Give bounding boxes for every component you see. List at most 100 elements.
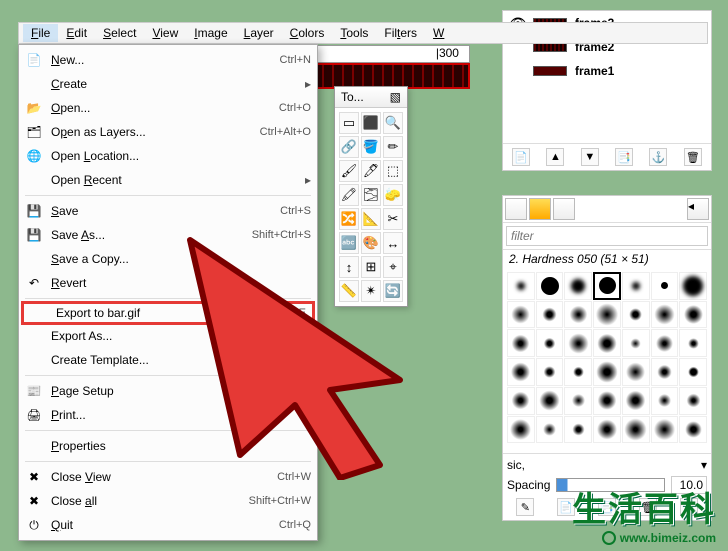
tool-13[interactable]: 📐 bbox=[361, 208, 381, 230]
brush-preset-14[interactable] bbox=[507, 329, 535, 357]
tool-8[interactable]: ⬚ bbox=[383, 160, 403, 182]
menu-save-copy[interactable]: Save a Copy... bbox=[19, 247, 317, 271]
brush-preset-7[interactable] bbox=[507, 301, 535, 329]
menubar-select[interactable]: Select bbox=[95, 24, 144, 42]
layers-btn-2[interactable]: ▼ bbox=[581, 148, 599, 166]
menubar-edit[interactable]: Edit bbox=[58, 24, 95, 42]
tool-3[interactable]: 🔗 bbox=[339, 136, 359, 158]
menu-save-as[interactable]: 💾Save As...Shift+Ctrl+S bbox=[19, 223, 317, 247]
layers-btn-5[interactable]: 🗑 bbox=[684, 148, 702, 166]
layers-btn-4[interactable]: ⚓ bbox=[649, 148, 667, 166]
brush-option-dropdown-icon[interactable]: ▾ bbox=[701, 458, 707, 472]
brush-preset-13[interactable] bbox=[679, 301, 707, 329]
menubar-filters[interactable]: Filters bbox=[376, 24, 425, 42]
tool-12[interactable]: 🔀 bbox=[339, 208, 359, 230]
brush-tab-1[interactable] bbox=[505, 198, 527, 220]
tool-18[interactable]: ↕ bbox=[339, 256, 359, 278]
tool-21[interactable]: 📏 bbox=[339, 280, 359, 302]
tool-10[interactable]: 🌫 bbox=[361, 184, 381, 206]
menu-new[interactable]: 📄New...Ctrl+N bbox=[19, 48, 317, 72]
brush-preset-37[interactable] bbox=[564, 416, 592, 444]
brush-preset-27[interactable] bbox=[679, 358, 707, 386]
tool-22[interactable]: ✴ bbox=[361, 280, 381, 302]
brush-preset-5[interactable] bbox=[651, 272, 679, 300]
brush-preset-28[interactable] bbox=[507, 387, 535, 415]
brush-preset-19[interactable] bbox=[651, 329, 679, 357]
toolbox-window[interactable]: To... ▧ ▭⬛🔍🔗🪣✏🖌🖊⬚🖍🌫🧽🔀📐✂🔤🎨↔↕⊞⌖📏✴🔄 bbox=[334, 86, 408, 307]
brush-preset-21[interactable] bbox=[507, 358, 535, 386]
brush-preset-40[interactable] bbox=[651, 416, 679, 444]
tool-11[interactable]: 🧽 bbox=[383, 184, 403, 206]
brush-preset-17[interactable] bbox=[593, 329, 621, 357]
menubar-layer[interactable]: Layer bbox=[236, 24, 282, 42]
brush-preset-3[interactable] bbox=[593, 272, 621, 300]
brush-preset-24[interactable] bbox=[593, 358, 621, 386]
menu-page-setup[interactable]: 📰Page Setup bbox=[19, 379, 317, 403]
brush-preset-35[interactable] bbox=[507, 416, 535, 444]
brush-preset-20[interactable] bbox=[679, 329, 707, 357]
brush-preset-32[interactable] bbox=[622, 387, 650, 415]
menubar-w[interactable]: W bbox=[425, 24, 452, 42]
brush-preset-26[interactable] bbox=[651, 358, 679, 386]
tool-16[interactable]: 🎨 bbox=[361, 232, 381, 254]
brush-preset-23[interactable] bbox=[564, 358, 592, 386]
brush-preset-30[interactable] bbox=[564, 387, 592, 415]
menu-close-view[interactable]: ✖Close ViewCtrl+W bbox=[19, 465, 317, 489]
tool-9[interactable]: 🖍 bbox=[339, 184, 359, 206]
tool-15[interactable]: 🔤 bbox=[339, 232, 359, 254]
tool-4[interactable]: 🪣 bbox=[361, 136, 381, 158]
brush-preset-6[interactable] bbox=[679, 272, 707, 300]
brush-tab-menu-icon[interactable]: ◂ bbox=[687, 198, 709, 220]
menu-quit[interactable]: ⏻QuitCtrl+Q bbox=[19, 513, 317, 537]
menubar-tools[interactable]: Tools bbox=[332, 24, 376, 42]
brush-preset-31[interactable] bbox=[593, 387, 621, 415]
brush-preset-33[interactable] bbox=[651, 387, 679, 415]
tool-2[interactable]: 🔍 bbox=[383, 112, 403, 134]
brush-preset-39[interactable] bbox=[622, 416, 650, 444]
toolbox-titlebar[interactable]: To... ▧ bbox=[335, 87, 407, 108]
brush-tab-2[interactable] bbox=[529, 198, 551, 220]
tool-1[interactable]: ⬛ bbox=[361, 112, 381, 134]
brush-tab-3[interactable] bbox=[553, 198, 575, 220]
brush-preset-8[interactable] bbox=[536, 301, 564, 329]
menubar-colors[interactable]: Colors bbox=[282, 24, 333, 42]
brush-preset-2[interactable] bbox=[564, 272, 592, 300]
brush-preset-1[interactable] bbox=[536, 272, 564, 300]
tool-19[interactable]: ⊞ bbox=[361, 256, 381, 278]
menu-export-as[interactable]: Export As... bbox=[19, 324, 317, 348]
menubar-file[interactable]: File bbox=[23, 24, 58, 42]
brush-preset-41[interactable] bbox=[679, 416, 707, 444]
layers-btn-0[interactable]: 📄 bbox=[512, 148, 530, 166]
tool-20[interactable]: ⌖ bbox=[383, 256, 403, 278]
menu-export-to[interactable]: Export to bar.gifCtrl+E bbox=[21, 301, 315, 325]
menubar-view[interactable]: View bbox=[144, 24, 186, 42]
brush-preset-38[interactable] bbox=[593, 416, 621, 444]
brush-preset-25[interactable] bbox=[622, 358, 650, 386]
menu-create-template[interactable]: Create Template... bbox=[19, 348, 317, 372]
menubar-image[interactable]: Image bbox=[186, 24, 235, 42]
menu-open-layers[interactable]: 🗂Open as Layers...Ctrl+Alt+O bbox=[19, 120, 317, 144]
toolbox-close-icon[interactable]: ▧ bbox=[390, 90, 401, 104]
brush-filter-input[interactable] bbox=[506, 226, 708, 246]
tool-5[interactable]: ✏ bbox=[383, 136, 403, 158]
brush-preset-10[interactable] bbox=[593, 301, 621, 329]
menu-open-recent[interactable]: Open Recent▸ bbox=[19, 168, 317, 192]
brush-preset-9[interactable] bbox=[564, 301, 592, 329]
menu-open[interactable]: 📂Open...Ctrl+O bbox=[19, 96, 317, 120]
menu-close-all[interactable]: ✖Close allShift+Ctrl+W bbox=[19, 489, 317, 513]
brush-preset-11[interactable] bbox=[622, 301, 650, 329]
brush-preset-4[interactable] bbox=[622, 272, 650, 300]
layers-btn-1[interactable]: ▲ bbox=[546, 148, 564, 166]
menu-save[interactable]: 💾SaveCtrl+S bbox=[19, 199, 317, 223]
brush-footer-btn-0[interactable]: ✎ bbox=[516, 498, 534, 516]
brush-preset-29[interactable] bbox=[536, 387, 564, 415]
brush-preset-12[interactable] bbox=[651, 301, 679, 329]
tool-7[interactable]: 🖊 bbox=[361, 160, 381, 182]
layer-row-frame1[interactable]: frame1 bbox=[503, 59, 711, 83]
brush-preset-34[interactable] bbox=[679, 387, 707, 415]
brush-preset-18[interactable] bbox=[622, 329, 650, 357]
menu-revert[interactable]: ↶Revert bbox=[19, 271, 317, 295]
brush-preset-15[interactable] bbox=[536, 329, 564, 357]
tool-17[interactable]: ↔ bbox=[383, 232, 403, 254]
menu-properties[interactable]: Properties bbox=[19, 434, 317, 458]
